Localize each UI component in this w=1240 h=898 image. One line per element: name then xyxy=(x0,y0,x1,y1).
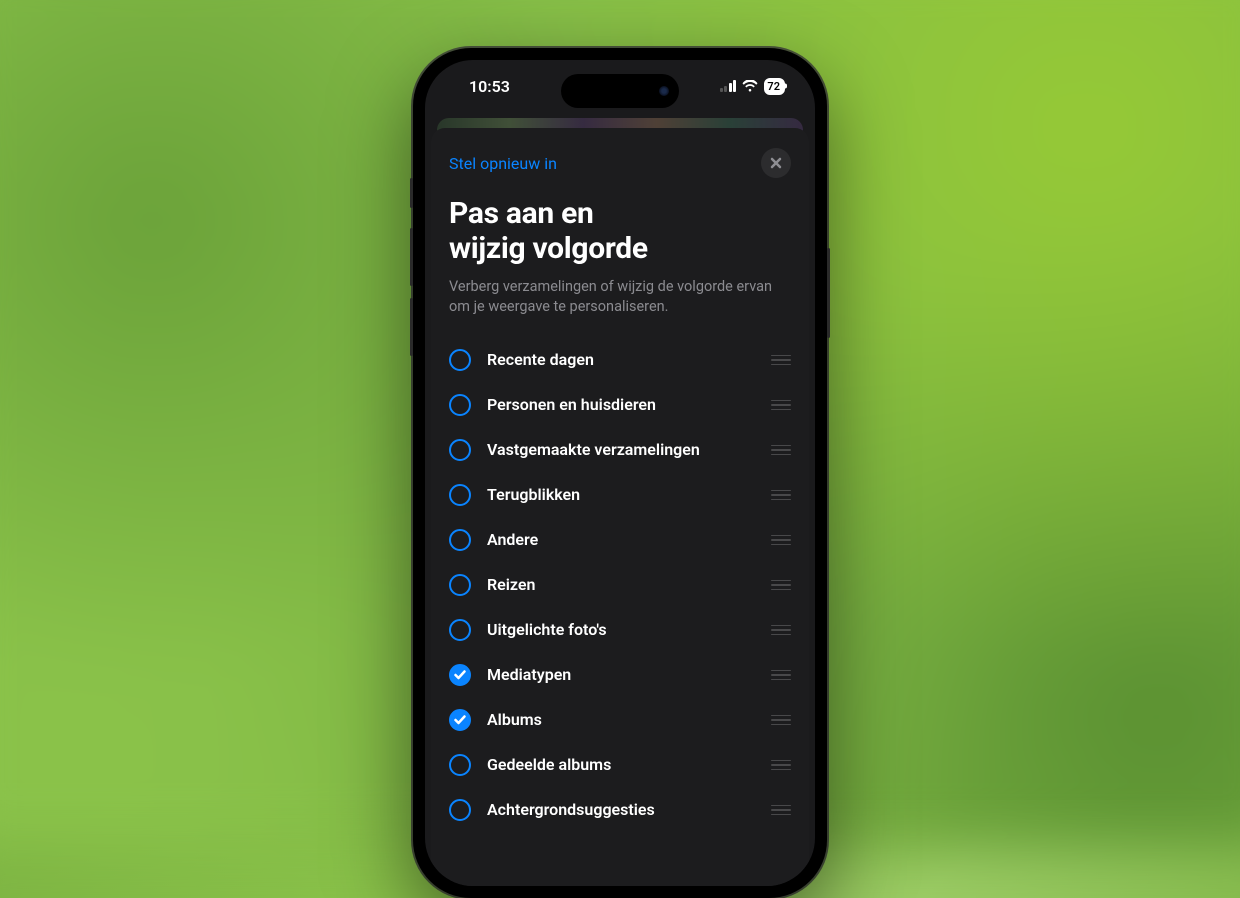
item-label: Reizen xyxy=(487,575,771,594)
checkbox[interactable] xyxy=(449,619,471,641)
cellular-signal-icon xyxy=(720,80,737,92)
item-label: Uitgelichte foto's xyxy=(487,620,771,639)
drag-handle-icon[interactable] xyxy=(771,355,791,366)
item-label: Andere xyxy=(487,530,771,549)
list-item[interactable]: Achtergrondsuggesties xyxy=(449,787,791,832)
item-label: Personen en huisdieren xyxy=(487,395,771,414)
drag-handle-icon[interactable] xyxy=(771,445,791,456)
list-item[interactable]: Albums xyxy=(449,697,791,742)
checkbox[interactable] xyxy=(449,484,471,506)
checkbox[interactable] xyxy=(449,349,471,371)
status-indicators: 72 xyxy=(720,78,785,95)
item-label: Gedeelde albums xyxy=(487,755,771,774)
list-item[interactable]: Recente dagen xyxy=(449,337,791,382)
volume-up-button xyxy=(410,228,413,286)
checkbox[interactable] xyxy=(449,529,471,551)
sheet-header: Stel opnieuw in xyxy=(449,148,791,178)
drag-handle-icon[interactable] xyxy=(771,535,791,546)
sheet-description: Verberg verzamelingen of wijzig de volgo… xyxy=(449,277,791,318)
list-item[interactable]: Mediatypen xyxy=(449,652,791,697)
checkbox[interactable] xyxy=(449,754,471,776)
wifi-icon xyxy=(742,80,758,92)
checkbox[interactable] xyxy=(449,799,471,821)
list-item[interactable]: Personen en huisdieren xyxy=(449,382,791,427)
list-item[interactable]: Terugblikken xyxy=(449,472,791,517)
status-time: 10:53 xyxy=(455,77,510,96)
checkbox[interactable] xyxy=(449,574,471,596)
list-item[interactable]: Reizen xyxy=(449,562,791,607)
drag-handle-icon[interactable] xyxy=(771,400,791,411)
collections-list: Recente dagen Personen en huisdieren Vastg… xyxy=(449,337,791,832)
power-button xyxy=(827,248,830,338)
battery-level: 72 xyxy=(767,80,780,93)
drag-handle-icon[interactable] xyxy=(771,760,791,771)
checkmark-icon xyxy=(454,670,466,680)
checkbox[interactable] xyxy=(449,394,471,416)
checkbox[interactable] xyxy=(449,664,471,686)
drag-handle-icon[interactable] xyxy=(771,490,791,501)
list-item[interactable]: Andere xyxy=(449,517,791,562)
phone-screen: 10:53 72 Stel opnieuw in xyxy=(425,60,815,886)
item-label: Recente dagen xyxy=(487,350,771,369)
checkbox[interactable] xyxy=(449,439,471,461)
drag-handle-icon[interactable] xyxy=(771,580,791,591)
checkmark-icon xyxy=(454,715,466,725)
drag-handle-icon[interactable] xyxy=(771,625,791,636)
item-label: Terugblikken xyxy=(487,485,771,504)
item-label: Albums xyxy=(487,710,771,729)
checkbox[interactable] xyxy=(449,709,471,731)
list-item[interactable]: Uitgelichte foto's xyxy=(449,607,791,652)
drag-handle-icon[interactable] xyxy=(771,805,791,816)
reset-button[interactable]: Stel opnieuw in xyxy=(449,154,557,173)
item-label: Vastgemaakte verzamelingen xyxy=(487,440,771,459)
item-label: Mediatypen xyxy=(487,665,771,684)
phone-frame: 10:53 72 Stel opnieuw in xyxy=(413,48,827,898)
customize-sheet: Stel opnieuw in Pas aan en wijzig volgor… xyxy=(431,128,809,886)
sheet-title: Pas aan en wijzig volgorde xyxy=(449,196,791,267)
front-camera xyxy=(659,86,669,96)
volume-down-button xyxy=(410,298,413,356)
list-item[interactable]: Gedeelde albums xyxy=(449,742,791,787)
drag-handle-icon[interactable] xyxy=(771,715,791,726)
item-label: Achtergrondsuggesties xyxy=(487,800,771,819)
dynamic-island xyxy=(561,74,679,108)
list-item[interactable]: Vastgemaakte verzamelingen xyxy=(449,427,791,472)
close-button[interactable] xyxy=(761,148,791,178)
drag-handle-icon[interactable] xyxy=(771,670,791,681)
battery-indicator: 72 xyxy=(764,78,785,95)
close-icon xyxy=(770,157,782,169)
side-button xyxy=(410,178,413,208)
